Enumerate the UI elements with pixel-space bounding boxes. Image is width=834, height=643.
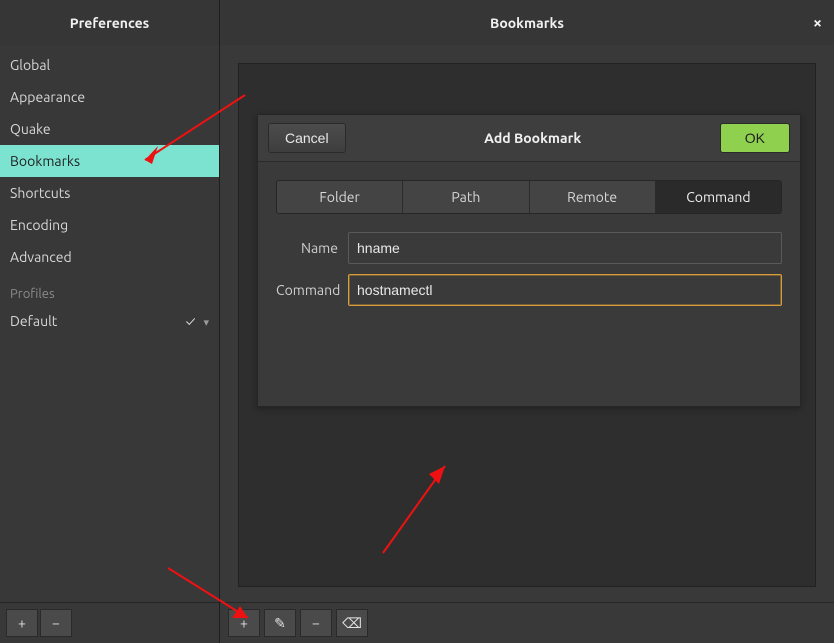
page-title: Bookmarks	[490, 15, 564, 31]
command-label: Command	[276, 282, 348, 298]
name-input[interactable]	[348, 232, 782, 264]
profile-name: Default	[10, 313, 178, 329]
sidebar-title: Preferences	[0, 0, 220, 45]
sidebar-item-advanced[interactable]: Advanced	[0, 241, 219, 273]
bookmarks-toolbar: + ✎ − ⌫	[220, 602, 834, 643]
sidebar-item-global[interactable]: Global	[0, 49, 219, 81]
sidebar-item-shortcuts[interactable]: Shortcuts	[0, 177, 219, 209]
clear-bookmark-button[interactable]: ⌫	[336, 609, 368, 637]
tab-remote[interactable]: Remote	[530, 181, 656, 213]
remove-bookmark-button[interactable]: −	[300, 609, 332, 637]
check-icon: ✓	[186, 313, 196, 329]
sidebar-item-appearance[interactable]: Appearance	[0, 81, 219, 113]
add-bookmark-button[interactable]: +	[228, 609, 260, 637]
edit-bookmark-button[interactable]: ✎	[264, 609, 296, 637]
remove-profile-button[interactable]: −	[40, 609, 72, 637]
tab-path[interactable]: Path	[403, 181, 529, 213]
add-profile-button[interactable]: +	[6, 609, 38, 637]
bookmark-type-tabs: Folder Path Remote Command	[276, 180, 782, 214]
sidebar: Global Appearance Quake Bookmarks Shortc…	[0, 45, 220, 643]
bookmarks-panel: Cancel Add Bookmark OK Folder Path Remot…	[238, 63, 816, 587]
edit-icon: ✎	[274, 615, 286, 632]
profiles-heading: Profiles	[0, 273, 219, 307]
sidebar-footer: + −	[0, 602, 219, 643]
tab-folder[interactable]: Folder	[277, 181, 403, 213]
sidebar-item-bookmarks[interactable]: Bookmarks	[0, 145, 219, 177]
main-area: Cancel Add Bookmark OK Folder Path Remot…	[220, 45, 834, 643]
profile-row-default[interactable]: Default ✓ ▾	[0, 307, 219, 335]
command-input[interactable]	[348, 274, 782, 306]
sidebar-item-encoding[interactable]: Encoding	[0, 209, 219, 241]
plus-icon: +	[240, 615, 248, 631]
add-bookmark-dialog: Cancel Add Bookmark OK Folder Path Remot…	[257, 114, 801, 407]
sidebar-item-quake[interactable]: Quake	[0, 113, 219, 145]
clear-icon: ⌫	[342, 615, 362, 632]
ok-button[interactable]: OK	[720, 123, 790, 153]
cancel-button[interactable]: Cancel	[268, 123, 346, 153]
name-label: Name	[276, 240, 348, 256]
minus-icon: −	[312, 615, 320, 631]
minus-icon: −	[52, 615, 60, 631]
dialog-title: Add Bookmark	[346, 130, 720, 146]
plus-icon: +	[18, 615, 26, 631]
tab-command[interactable]: Command	[656, 181, 781, 213]
close-button[interactable]: ×	[813, 0, 822, 45]
chevron-down-icon[interactable]: ▾	[203, 316, 209, 329]
